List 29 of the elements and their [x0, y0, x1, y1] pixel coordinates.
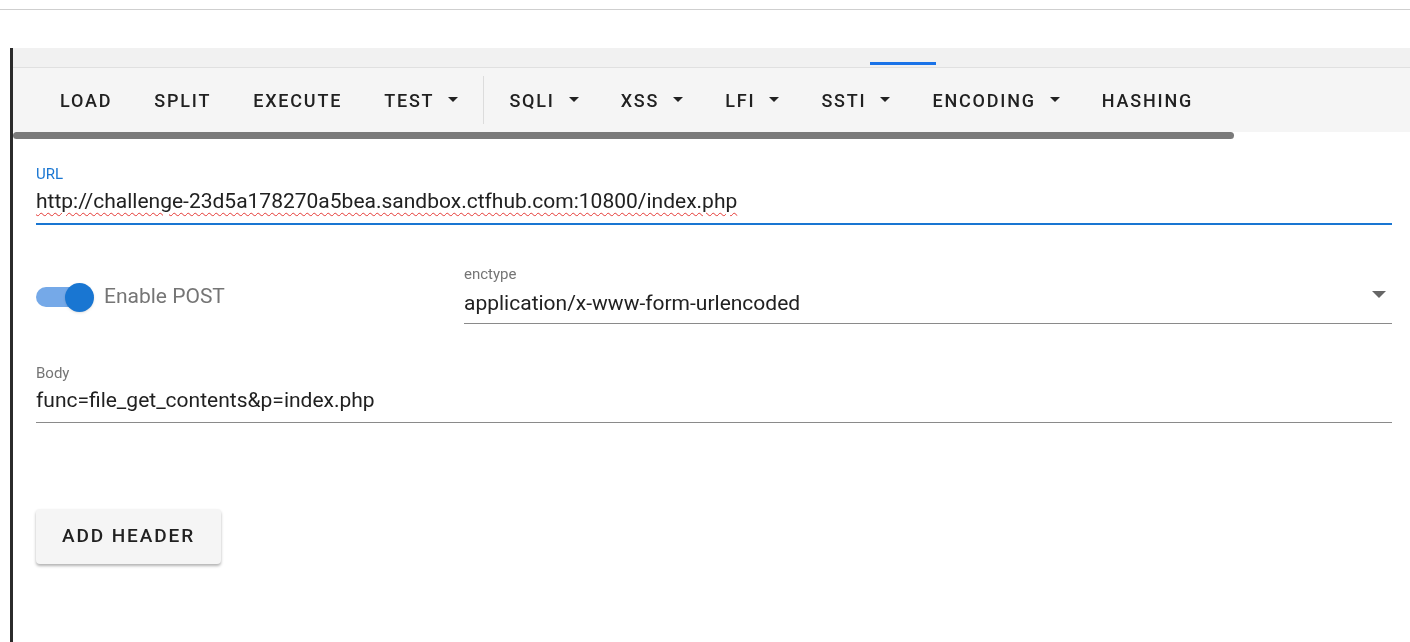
caret-icon	[448, 97, 459, 103]
caret-icon	[568, 97, 579, 103]
caret-icon	[1049, 97, 1060, 103]
menu-dropdown[interactable]: LFI	[708, 82, 797, 118]
url-label: URL	[36, 164, 65, 185]
caret-icon	[1372, 291, 1386, 298]
menu-dropdown[interactable]: TEST	[367, 82, 476, 118]
toolbar-button[interactable]: LOAD	[43, 82, 130, 118]
body-value: func=file_get_contents&p=index.php	[36, 386, 376, 414]
url-field[interactable]: URL http://challenge-23d5a178270a5bea.sandbox.ctfhub.com:10800/index.php	[36, 163, 1392, 225]
add-header-button[interactable]: ADD HEADER	[36, 509, 222, 564]
active-tab-indicator	[870, 62, 936, 65]
body-label: Body	[36, 363, 71, 384]
toolbar-button[interactable]: SPLIT	[137, 82, 229, 118]
menu-dropdown[interactable]: XSS	[603, 82, 701, 118]
url-value: http://challenge-23d5a178270a5bea.sandbox.ctfhub.com:10800/index.php	[36, 187, 739, 215]
toolbar-button[interactable]: HASHING	[1084, 82, 1211, 118]
caret-icon	[880, 97, 891, 103]
menu-dropdown[interactable]: ENCODING	[915, 82, 1077, 118]
enctype-select[interactable]: enctype application/x-www-form-urlencoded	[464, 263, 1392, 324]
toolbar-button[interactable]: EXECUTE	[236, 82, 360, 118]
caret-icon	[673, 97, 684, 103]
body-field[interactable]: Body func=file_get_contents&p=index.php	[36, 362, 1392, 423]
toggle-label: Enable POST	[104, 283, 225, 311]
menu-dropdown[interactable]: SQLI	[492, 82, 596, 118]
menu-dropdown[interactable]: SSTI	[804, 82, 908, 118]
enctype-value: application/x-www-form-urlencoded	[464, 289, 801, 317]
enctype-label: enctype	[464, 264, 518, 285]
caret-icon	[769, 97, 780, 103]
